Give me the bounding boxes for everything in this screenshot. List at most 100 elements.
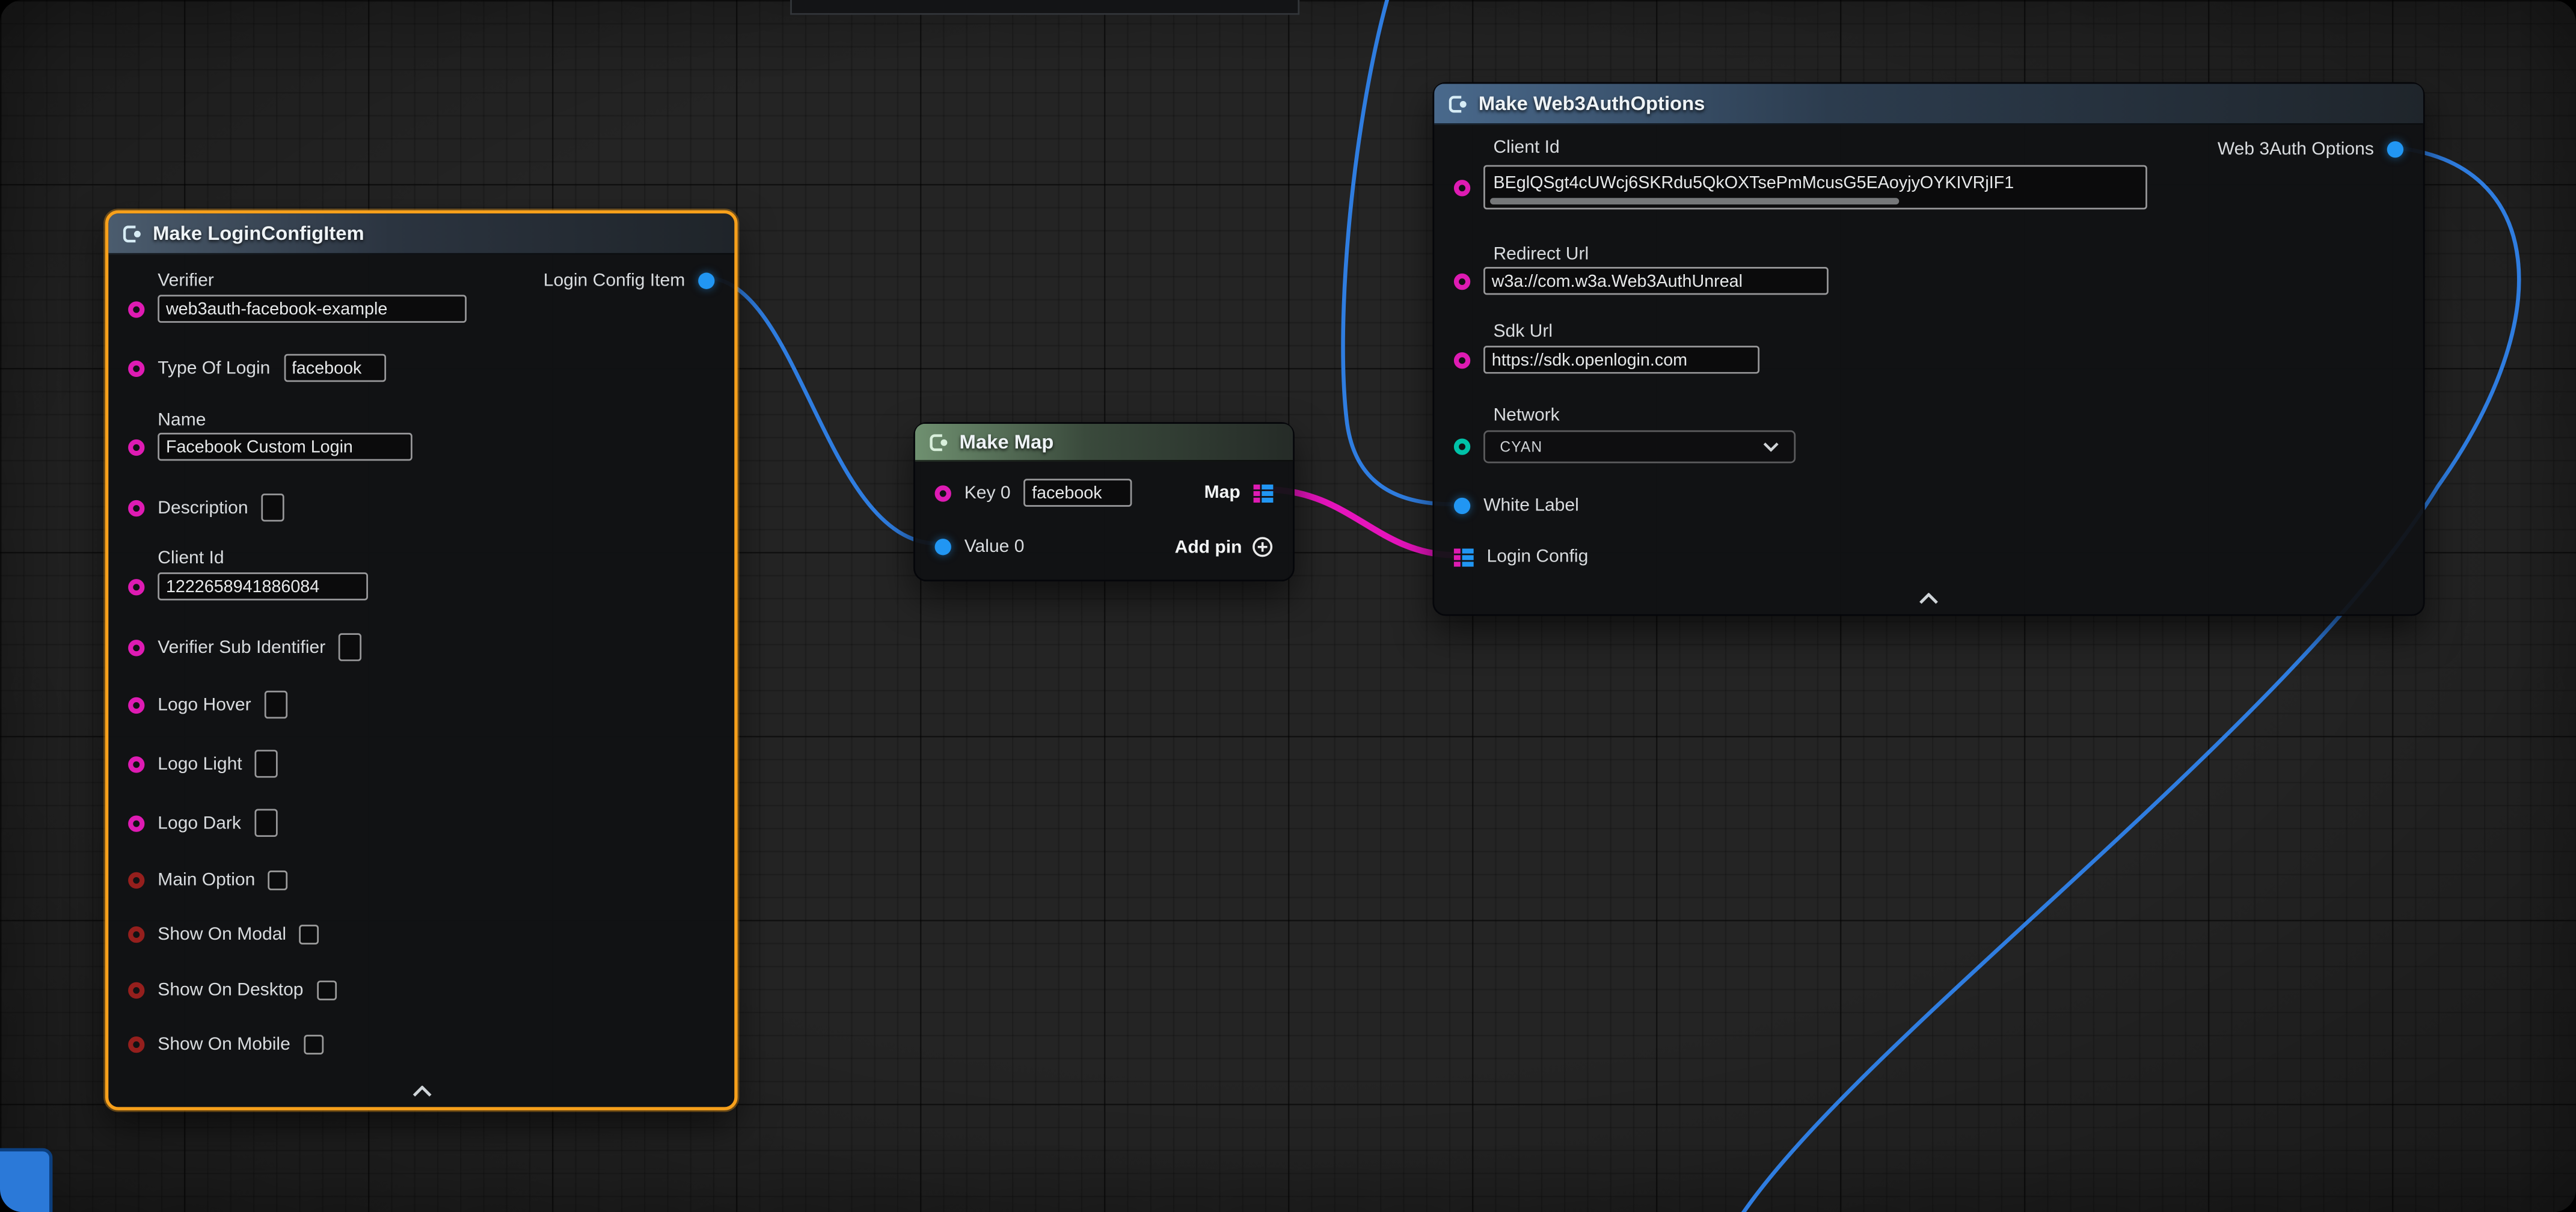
map-pin-cell (1262, 491, 1273, 495)
description-input[interactable] (261, 494, 284, 521)
chevron-down-icon (1763, 442, 1779, 451)
pin-label: Login Config (1487, 547, 1589, 567)
white-label-row: White Label (1454, 496, 1579, 516)
map-output-pin[interactable] (1254, 484, 1274, 502)
network-dropdown[interactable]: CYAN (1483, 430, 1796, 464)
description-row: Description (128, 494, 284, 521)
blueprint-editor: Make LoginConfigItem Login Config Item V… (0, 0, 2576, 1212)
show-on-modal-checkbox[interactable] (299, 925, 319, 944)
value-0-pin[interactable] (935, 539, 951, 555)
sdk-url-value-row (1454, 346, 1759, 373)
redirect-url-value-row (1454, 267, 1829, 295)
map-pin-cell (1254, 497, 1260, 501)
node-header[interactable]: Make LoginConfigItem (108, 213, 734, 254)
pin-label: Show On Modal (158, 925, 286, 944)
name-label-row: Name (158, 411, 206, 430)
horizontal-scrollbar[interactable] (1490, 198, 1900, 204)
sdk-url-pin[interactable] (1454, 352, 1470, 368)
graph-canvas[interactable]: Make LoginConfigItem Login Config Item V… (0, 0, 2576, 1212)
redirect-url-label-row: Redirect Url (1493, 245, 1589, 265)
show-on-desktop-pin[interactable] (128, 982, 144, 999)
show-on-mobile-pin[interactable] (128, 1036, 144, 1053)
pin-label: Description (158, 498, 248, 518)
map-output-row: Map (1204, 483, 1274, 503)
verifier-sub-identifier-pin[interactable] (128, 639, 144, 655)
name-input[interactable] (158, 433, 412, 461)
login-config-row: Login Config (1454, 547, 1588, 567)
network-label-row: Network (1493, 406, 1559, 426)
sdk-url-input[interactable] (1483, 346, 1759, 373)
value-0-row: Value 0 (935, 537, 1025, 557)
pin-label: Logo Dark (158, 813, 241, 833)
main-option-checkbox[interactable] (268, 871, 288, 890)
partial-node-top-edge[interactable] (790, 0, 1299, 15)
node-title: Make Map (960, 430, 1054, 453)
node-title: Make LoginConfigItem (153, 222, 364, 245)
client-id-pin[interactable] (128, 578, 144, 595)
make-struct-icon (1447, 93, 1469, 114)
client-id-label-row: Client Id (1493, 138, 1559, 158)
network-pin[interactable] (1454, 438, 1470, 454)
client-id-pin[interactable] (1454, 179, 1470, 195)
client-id-input[interactable] (158, 572, 368, 600)
collapse-chevron-icon[interactable] (411, 1086, 431, 1097)
logo-hover-row: Logo Hover (128, 691, 287, 718)
name-value-row (128, 433, 412, 461)
show-on-modal-pin[interactable] (128, 926, 144, 943)
add-pin-icon[interactable] (1252, 536, 1274, 558)
white-label-pin[interactable] (1454, 498, 1470, 514)
add-pin-row[interactable]: Add pin (1175, 536, 1274, 558)
type-of-login-pin[interactable] (128, 360, 144, 376)
pin-label: Client Id (158, 549, 224, 569)
login-config-item-output-pin[interactable] (698, 273, 714, 289)
pin-label: Verifier (158, 271, 214, 291)
pin-row-login-config-item-output: Login Config Item (544, 271, 715, 291)
wire-loginconfigitem-to-value0[interactable] (705, 278, 938, 544)
node-header[interactable]: Make Map (915, 424, 1293, 462)
collapse-chevron-icon[interactable] (1919, 593, 1939, 604)
map-pin-cell (1462, 554, 1474, 559)
logo-light-input[interactable] (256, 750, 278, 777)
redirect-url-pin[interactable] (1454, 273, 1470, 289)
sdk-url-label-row: Sdk Url (1493, 322, 1553, 341)
node-make-map[interactable]: Make Map Key 0 Map Value 0 Add pin (913, 422, 1295, 581)
web3auth-options-output-pin[interactable] (2387, 141, 2403, 158)
key-0-pin[interactable] (935, 485, 951, 501)
add-pin-label: Add pin (1175, 537, 1242, 557)
client-id-value-row (1454, 165, 2147, 210)
logo-light-pin[interactable] (128, 756, 144, 772)
login-config-pin[interactable] (1454, 548, 1474, 566)
key-0-input[interactable] (1023, 479, 1132, 506)
main-option-pin[interactable] (128, 872, 144, 889)
verifier-sub-identifier-input[interactable] (339, 633, 361, 661)
redirect-url-input[interactable] (1483, 267, 1829, 295)
partial-node-bottom-left[interactable] (0, 1148, 52, 1212)
show-on-desktop-checkbox[interactable] (316, 981, 336, 1000)
show-on-mobile-checkbox[interactable] (304, 1035, 324, 1054)
node-make-web3authoptions[interactable]: Make Web3AuthOptions Web 3Auth Options C… (1432, 82, 2424, 616)
verifier-sub-identifier-row: Verifier Sub Identifier (128, 633, 361, 661)
logo-dark-input[interactable] (254, 809, 277, 837)
logo-light-row: Logo Light (128, 750, 278, 777)
pin-label: Verifier Sub Identifier (158, 637, 325, 657)
map-pin-cell (1454, 561, 1461, 566)
client-id-input[interactable] (1485, 167, 2145, 196)
verifier-input[interactable] (158, 295, 467, 322)
main-option-row: Main Option (128, 871, 288, 890)
logo-hover-pin[interactable] (128, 696, 144, 712)
pin-label: Type Of Login (158, 358, 270, 378)
make-struct-icon (121, 222, 143, 244)
pin-label: Login Config Item (544, 271, 685, 291)
node-make-loginconfigitem[interactable]: Make LoginConfigItem Login Config Item V… (105, 210, 738, 1110)
node-header[interactable]: Make Web3AuthOptions (1434, 84, 2423, 124)
logo-hover-input[interactable] (265, 691, 287, 718)
client-id-label-row: Client Id (158, 549, 224, 569)
map-pin-cell (1462, 561, 1474, 566)
description-pin[interactable] (128, 500, 144, 516)
logo-dark-pin[interactable] (128, 815, 144, 831)
verifier-pin[interactable] (128, 301, 144, 317)
type-of-login-input[interactable] (283, 354, 385, 382)
pin-label: White Label (1483, 496, 1579, 516)
pin-label: Client Id (1493, 138, 1559, 158)
name-pin[interactable] (128, 438, 144, 454)
